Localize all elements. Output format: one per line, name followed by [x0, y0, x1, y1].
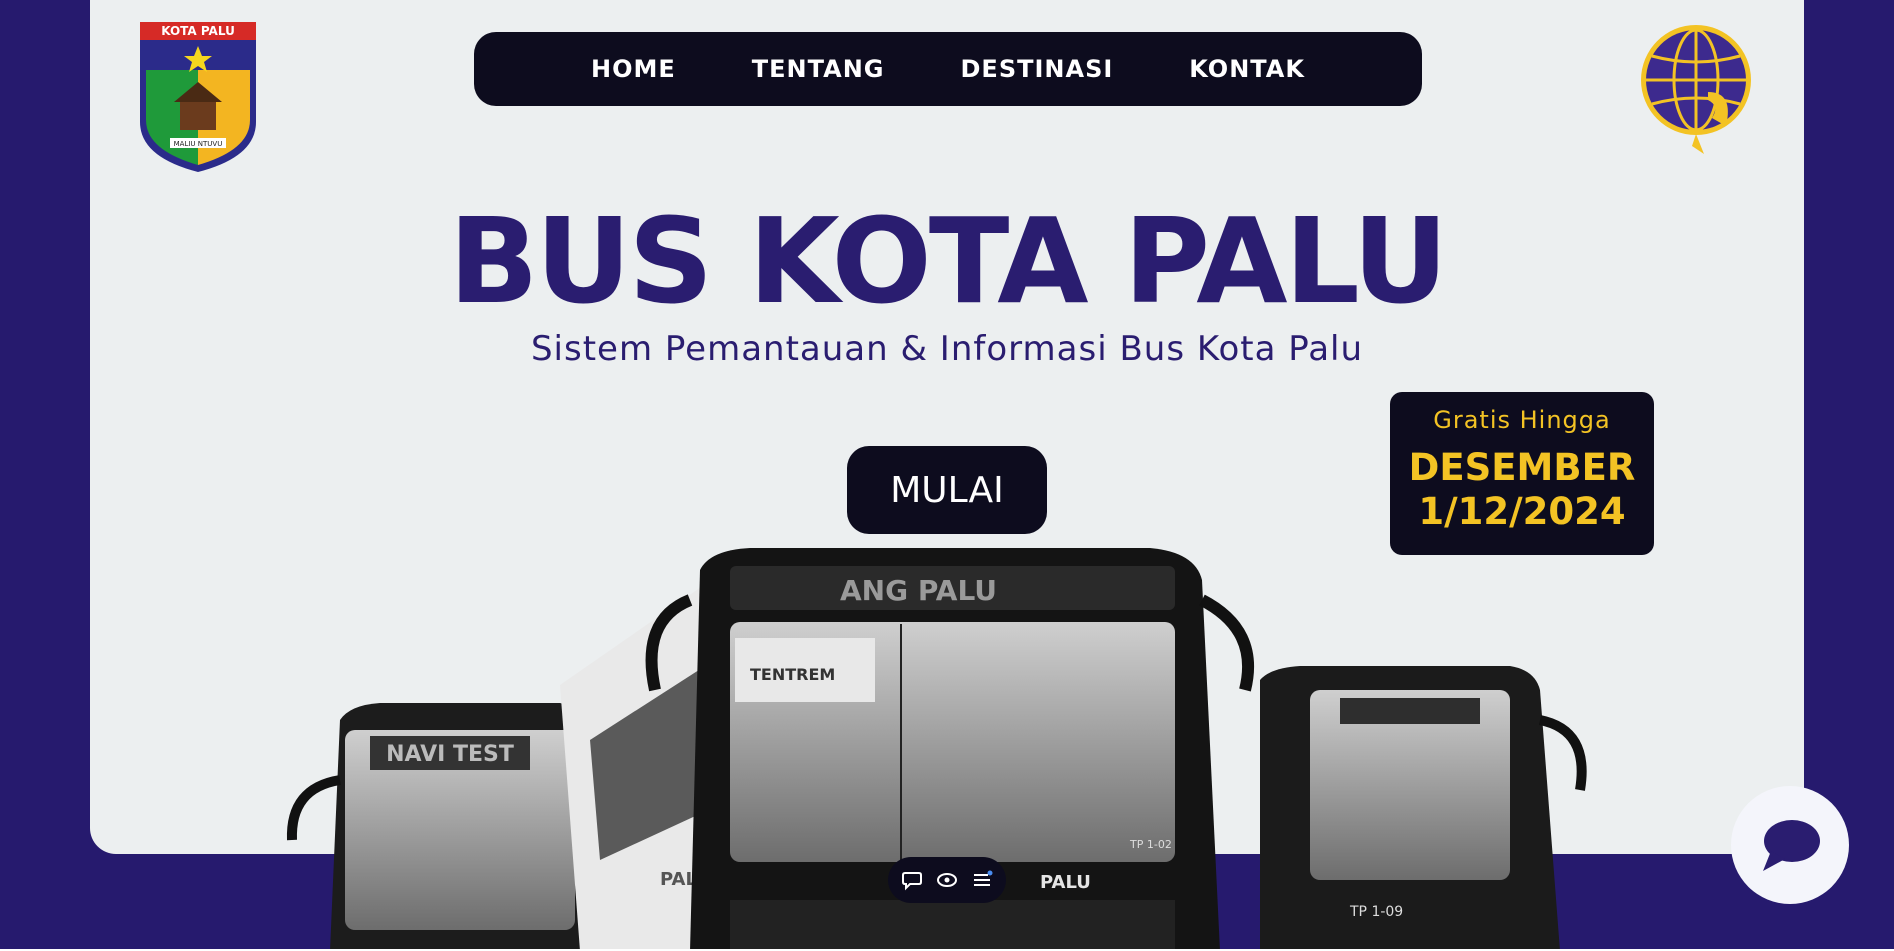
right-bus: TP 1-09	[1260, 666, 1587, 949]
nav-tentang[interactable]: TENTANG	[752, 55, 885, 83]
center-bus-banner: TENTREM	[750, 665, 835, 684]
page-subtitle: Sistem Pemantauan & Informasi Bus Kota P…	[530, 329, 1364, 369]
page-title: BUS KOTA PALU	[448, 192, 1449, 330]
floating-toolbar	[888, 857, 1006, 903]
nav-destinasi[interactable]: DESTINASI	[961, 55, 1114, 83]
center-bus-sign: ANG PALU	[840, 574, 997, 607]
center-bus-brand: PALU	[1040, 872, 1091, 893]
promo-date: 1/12/2024	[1418, 490, 1626, 533]
kota-palu-logo[interactable]: KOTA PALU MALIU NTUVU	[140, 22, 256, 172]
center-bus-plate: TP 1-02	[1129, 838, 1172, 851]
eye-icon[interactable]	[936, 869, 958, 891]
promo-label: Gratis Hingga	[1433, 406, 1611, 434]
left-bus: NAVI TEST	[286, 703, 590, 949]
comment-icon[interactable]	[901, 869, 923, 891]
menu-icon[interactable]	[971, 869, 993, 891]
nav-home[interactable]: HOME	[591, 55, 676, 83]
promo-card: Gratis Hingga DESEMBER 1/12/2024	[1390, 392, 1654, 555]
main-nav: HOME TENTANG DESTINASI KONTAK	[474, 32, 1422, 106]
logo-motto-text: MALIU NTUVU	[174, 140, 223, 148]
start-button[interactable]: MULAI	[847, 446, 1047, 534]
promo-month: DESEMBER	[1408, 446, 1636, 489]
logo-banner-text: KOTA PALU	[161, 24, 235, 38]
dishub-logo[interactable]	[1638, 22, 1756, 156]
left-bus-sign: NAVI TEST	[386, 742, 514, 767]
chat-bubble-icon	[1763, 820, 1820, 871]
chat-button[interactable]	[1731, 786, 1849, 904]
page-frame: KOTA PALU MALIU NTUVU HOME TENTANG DESTI…	[0, 0, 1894, 949]
nav-kontak[interactable]: KONTAK	[1189, 55, 1305, 83]
right-bus-plate: TP 1-09	[1349, 904, 1403, 920]
